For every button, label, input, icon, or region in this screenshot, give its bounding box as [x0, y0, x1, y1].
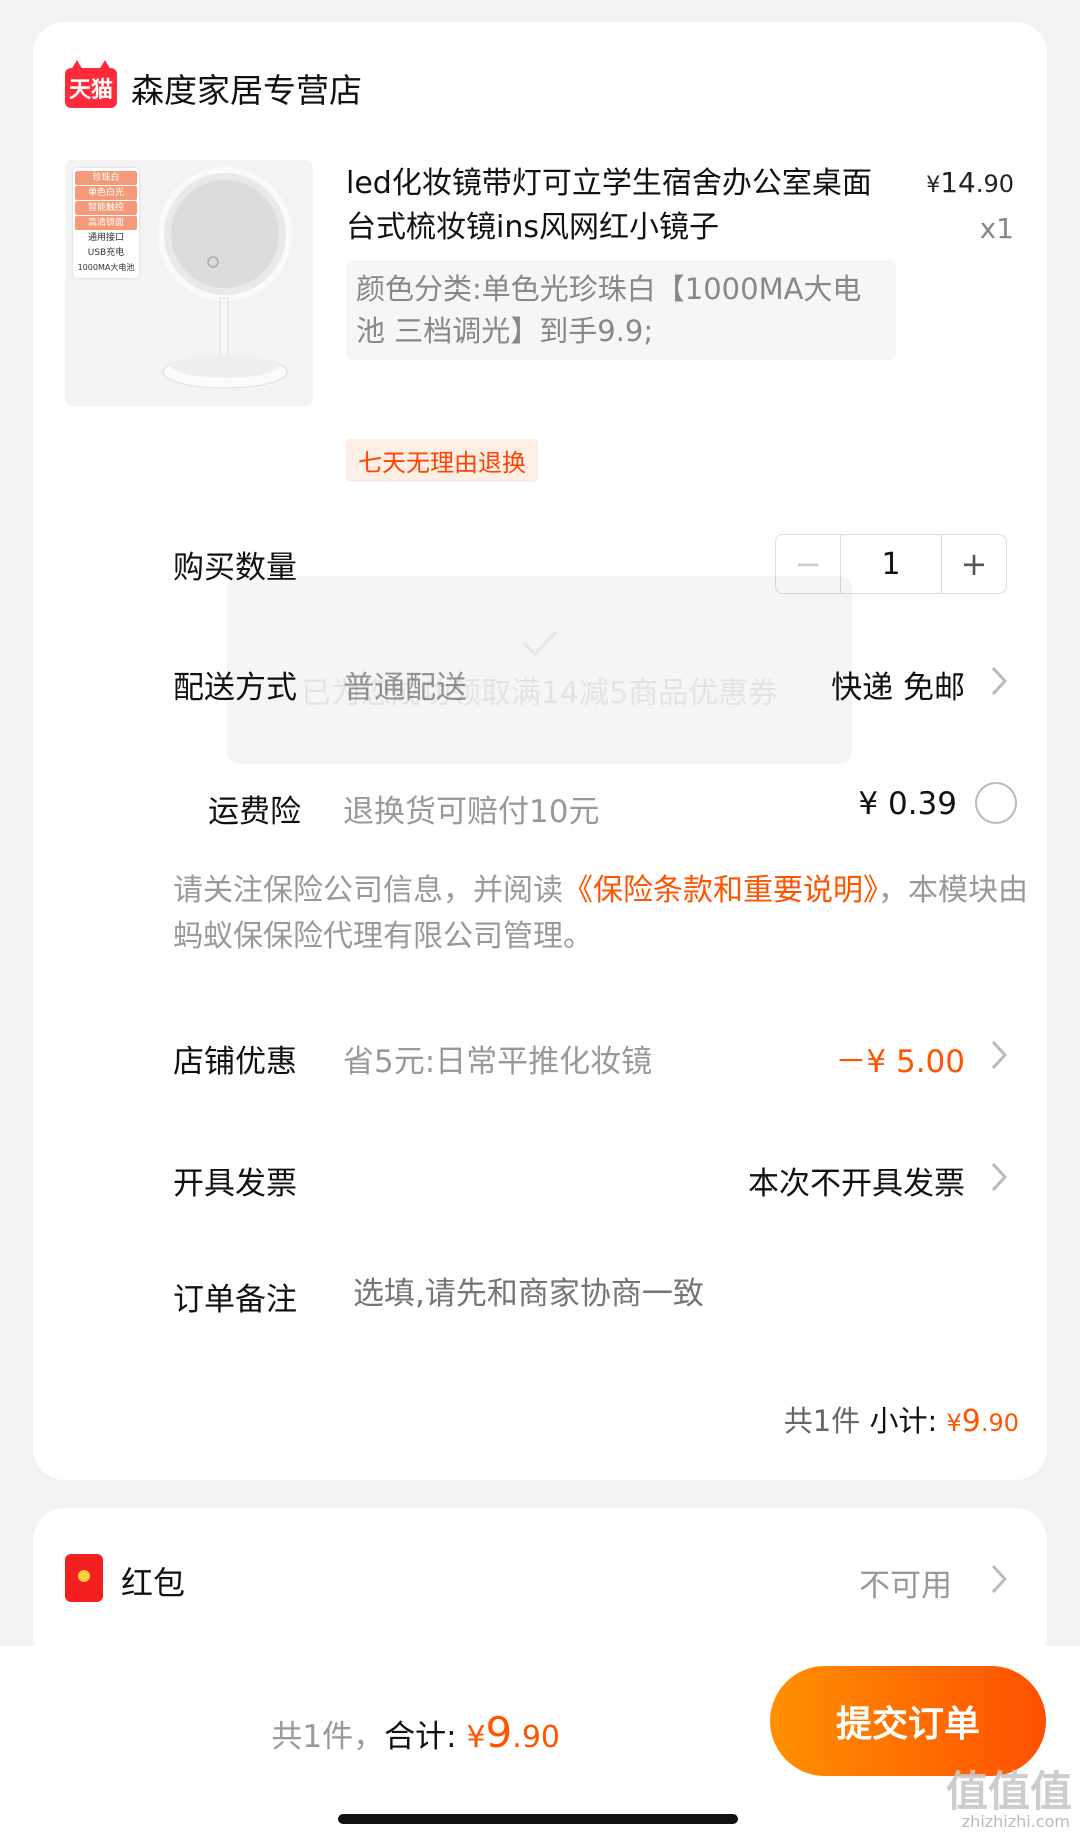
shipping-insurance-price: ¥ 0.39 [858, 786, 957, 822]
order-total: 共1件，合计: ¥9.90 [271, 1708, 560, 1757]
tmall-logo-icon: 天猫 [65, 60, 117, 108]
product-image-tag: USB充电 [87, 248, 125, 258]
store-discount-desc: 省5元:日常平推化妆镜 [343, 1044, 653, 1080]
subtotal-amount: ¥9.90 [946, 1404, 1019, 1439]
product-image-tags: 珍珠白 单色白光 智能触控 高清镜面 通用接口 USB充电 1000MA大电池 [73, 168, 139, 278]
store-name[interactable]: 森度家居专营店 [131, 64, 362, 112]
insurance-terms-link[interactable]: 《保险条款和重要说明》 [563, 873, 878, 908]
total-integer: 9 [485, 1708, 513, 1757]
order-remark-row: 订单备注 [33, 1266, 1047, 1326]
store-discount-value: －¥ 5.00 [835, 1044, 965, 1080]
increase-button[interactable]: + [941, 535, 1006, 593]
total-currency: ¥ [466, 1720, 486, 1755]
shipping-insurance-label: 运费险 [208, 794, 301, 830]
total-decimal: .90 [512, 1720, 560, 1755]
total-amount: ¥9.90 [466, 1708, 560, 1757]
shipping-insurance-desc: 退换货可赔付10元 [343, 794, 600, 830]
subtotal-integer: 9 [961, 1404, 981, 1439]
product-title[interactable]: led化妆镜带灯可立学生宿舍办公室桌面台式梳妆镜ins风网红小镜子 [346, 162, 886, 250]
red-packet-label: 红包 [121, 1564, 186, 1602]
red-packet-status: 不可用 [859, 1568, 952, 1604]
total-label: 合计: [384, 1719, 457, 1755]
subtotal-decimal: .90 [980, 1409, 1019, 1437]
coupon-toast-message: 已为您成功领取满14减5商品优惠券 [300, 676, 779, 711]
invoice-row[interactable]: 开具发票 本次不开具发票 [33, 1150, 1047, 1210]
product-image-tag: 珍珠白 [75, 171, 137, 185]
shipping-insurance-radio[interactable] [975, 782, 1017, 824]
red-packet-card[interactable]: 红包 不可用 [33, 1508, 1047, 1668]
check-icon [522, 630, 557, 657]
quantity-value[interactable]: 1 [841, 535, 941, 593]
price-decimal: .90 [975, 170, 1014, 198]
shipping-insurance-row: 运费险 退换货可赔付10元 ¥ 0.39 [33, 778, 1047, 838]
chevron-right-icon[interactable] [987, 664, 1011, 698]
store-header[interactable]: 天猫 森度家居专营店 [65, 60, 362, 112]
product-price: ¥14.90 [926, 166, 1014, 199]
coupon-toast: 已为您成功领取满14减5商品优惠券 [227, 576, 852, 764]
insurance-note: 请关注保险公司信息，并阅读《保险条款和重要说明》，本模块由蚂蚁保保险代理有限公司… [173, 868, 1033, 960]
watermark-url: zhizhizhi.com [961, 1812, 1070, 1831]
product-image[interactable]: 珍珠白 单色白光 智能触控 高清镜面 通用接口 USB充电 1000MA大电池 [65, 160, 313, 406]
subtotal-currency: ¥ [946, 1409, 962, 1437]
store-discount-row[interactable]: 店铺优惠 省5元:日常平推化妆镜 －¥ 5.00 [33, 1028, 1047, 1088]
return-policy-tag: 七天无理由退换 [346, 439, 538, 482]
product-sku[interactable]: 颜色分类:单色光珍珠白【1000MA大电池 三档调光】到手9.9; [346, 260, 896, 360]
order-remark-input[interactable] [351, 1268, 995, 1320]
store-discount-label: 店铺优惠 [173, 1044, 297, 1080]
checkout-bar: 共1件，合计: ¥9.90 提交订单 值值值 zhizhizhi.com [0, 1646, 1080, 1838]
chevron-right-icon[interactable] [987, 1562, 1011, 1596]
insurance-note-prefix: 请关注保险公司信息，并阅读 [173, 873, 563, 908]
subtotal-count: 共1件 [783, 1404, 861, 1438]
subtotal-label: 小计: [869, 1404, 938, 1438]
invoice-label: 开具发票 [173, 1166, 297, 1202]
product-image-tag: 1000MA大电池 [77, 263, 135, 272]
product-quantity-multiplier: x1 [979, 212, 1014, 245]
invoice-value: 本次不开具发票 [748, 1166, 965, 1202]
chevron-right-icon[interactable] [987, 1038, 1011, 1072]
product-image-tag: 智能触控 [75, 201, 137, 215]
watermark-logo: 值值值 [945, 1767, 1072, 1816]
home-indicator[interactable] [338, 1814, 738, 1824]
order-remark-label: 订单备注 [173, 1282, 297, 1318]
subtotal: 共1件 小计: ¥9.90 [784, 1398, 1019, 1440]
red-packet-icon [65, 1554, 103, 1602]
product-image-tag: 单色白光 [75, 186, 137, 200]
total-count: 共1件， [271, 1719, 385, 1755]
product-image-tag: 通用接口 [87, 233, 124, 243]
chevron-right-icon[interactable] [987, 1160, 1011, 1194]
price-currency: ¥ [926, 173, 941, 198]
price-integer: 14 [940, 166, 976, 199]
product-image-tag: 高清镜面 [75, 216, 137, 230]
